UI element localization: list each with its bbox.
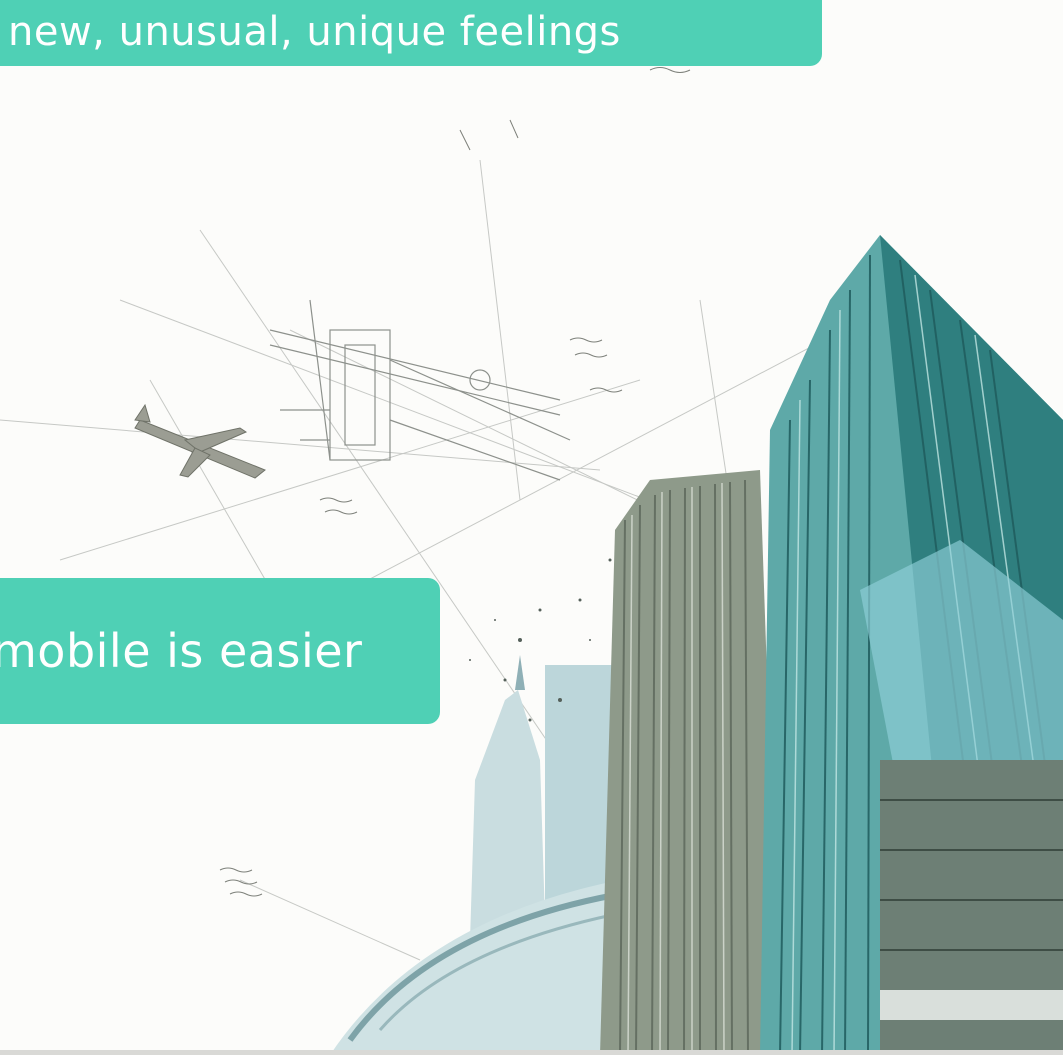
headline-top-text: new, unusual, unique feelings [8, 9, 621, 55]
headline-banner-top: new, unusual, unique feelings [0, 0, 822, 66]
headline-banner-mid: mobile is easier [0, 578, 440, 724]
headline-mid-text: mobile is easier [0, 624, 363, 678]
blueprint-drawing [269, 299, 571, 481]
hero-banner: new, unusual, unique feelings mobile is … [0, 0, 1063, 1055]
bottom-divider [0, 1050, 1063, 1055]
mid-tower [600, 470, 780, 1055]
spire-building [470, 655, 545, 940]
foreground-building [880, 760, 1063, 1055]
architectural-sketch-illustration [0, 67, 1063, 1055]
